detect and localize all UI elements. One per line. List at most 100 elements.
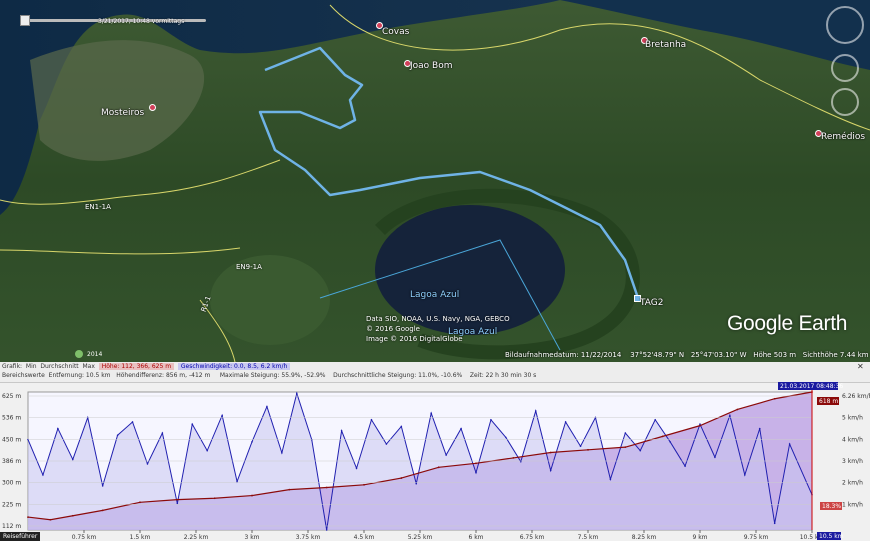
navigation-controls[interactable] (826, 6, 866, 126)
speed-point (475, 471, 477, 474)
height-point (325, 486, 328, 489)
stat-time: Zeit: 22 h 30 min 30 s (469, 372, 537, 379)
speed-point (385, 443, 388, 445)
speed-point (101, 485, 104, 487)
speed-point (296, 392, 298, 395)
speed-point (325, 529, 328, 531)
cursor-time: 21.03.2017 08:48:36 (780, 383, 843, 390)
height-point (475, 462, 477, 465)
status-date: Bildaufnahmedatum: 11/22/2014 (505, 351, 622, 359)
y-left-tick-label: 300 m (2, 480, 21, 487)
look-joystick-icon[interactable] (831, 54, 859, 82)
map-view[interactable]: 3/21/2017, 10:48 vormittags Covas Joao B… (0, 0, 870, 362)
place-label-mosteiros: Mosteiros (101, 108, 145, 118)
height-point (251, 494, 253, 497)
place-label-remedios: Remédios (821, 132, 866, 142)
status-lon: 25°47'03.10" W (690, 351, 747, 359)
speed-point (400, 425, 403, 428)
speed-point (266, 405, 268, 408)
speed-point (758, 427, 761, 430)
height-point (736, 408, 739, 411)
elevation-profile-panel[interactable]: Grafik: Min Durchschnitt Max Höhe: 112, … (0, 362, 870, 541)
y-left-tick-label: 112 m (2, 523, 21, 530)
x-tick-label: 5.25 km (408, 534, 433, 541)
height-point (27, 516, 29, 518)
placemark-label: TAG2 (640, 298, 664, 308)
x-tick-label: 7.5 km (578, 534, 599, 541)
y-left-tick-label: 450 m (2, 436, 21, 443)
speed-point (714, 456, 716, 459)
cursor-height: 618 m (819, 398, 838, 405)
speed-point (534, 410, 537, 412)
satellite-imagery (0, 0, 870, 362)
height-point (176, 498, 179, 501)
stat-max-slope: Maximale Steigung: 55.9%, -52.9% (219, 372, 326, 379)
place-label-bretanha: Bretanha (645, 40, 687, 50)
height-point (512, 457, 515, 459)
y-left-tick-label: 536 m (2, 415, 21, 422)
y-left-tick-label: 225 m (2, 501, 21, 508)
tour-guide-button[interactable]: Reiseführer (0, 532, 41, 541)
speed-point (57, 427, 59, 430)
speed-point (445, 454, 447, 456)
status-bar: Bildaufnahmedatum: 11/22/2014 37°52'48.7… (505, 351, 869, 359)
stat-avg-label: Durchschnitt (40, 363, 79, 370)
y-right-tick-label: 2 km/h (842, 480, 863, 487)
height-point (773, 397, 776, 400)
stat-avg-slope: Durchschnittliche Steigung: 11.0%, -10.6… (333, 372, 463, 379)
height-point (587, 448, 589, 451)
speed-point (549, 469, 552, 472)
stat-distance: Entfernung: 10.5 km (48, 372, 111, 379)
move-joystick-icon[interactable] (831, 88, 859, 116)
height-point (400, 477, 403, 479)
profile-stats: Grafik: Min Durchschnitt Max Höhe: 112, … (0, 362, 870, 383)
x-tick-label: 8.25 km (632, 534, 657, 541)
lake-label-overlap: Lagoa Azul (448, 327, 498, 337)
y-left-tick-label: 625 m (2, 393, 21, 400)
road-label-en9: EN9-1A (236, 263, 262, 271)
x-tick-label: 0.75 km (72, 534, 97, 541)
x-tick-label: 4.5 km (354, 534, 375, 541)
speed-point (281, 452, 283, 454)
time-slider-knob[interactable] (20, 15, 30, 26)
speed-point (72, 458, 74, 461)
speed-point (624, 432, 627, 434)
speed-point (505, 436, 507, 439)
x-tick-label: 3.75 km (296, 534, 321, 541)
stat-max-label: Max (82, 363, 95, 370)
cursor-slope: 18.3% (822, 503, 841, 510)
y-right-tick-label: 6.26 km/h (842, 393, 870, 400)
stat-min-label: Min (25, 363, 37, 370)
credit-data: Data SIO, NOAA, U.S. Navy, NGA, GEBCO (366, 315, 510, 323)
speed-point (310, 438, 313, 441)
y-right-tick-label: 3 km/h (842, 458, 863, 465)
y-right-tick-label: 5 km/h (842, 415, 863, 422)
compass-icon[interactable] (826, 6, 864, 44)
speed-point (744, 474, 746, 476)
speed-point (460, 427, 462, 430)
speed-point (490, 418, 492, 421)
road-label-en1: EN1-1A (85, 203, 111, 211)
speed-point (370, 418, 373, 421)
height-point (288, 488, 291, 491)
height-series-toggle[interactable]: Höhe: 112, 366, 625 m (98, 363, 175, 370)
x-tick-label: 3 km (244, 534, 259, 541)
speed-point (639, 449, 642, 452)
time-slider[interactable]: 3/21/2017, 10:48 vormittags (8, 14, 218, 26)
height-point (139, 501, 141, 504)
x-tick-label: 9.75 km (744, 534, 769, 541)
speed-point (579, 445, 582, 448)
historical-imagery-icon[interactable] (75, 350, 83, 358)
status-lat: 37°52'48.79" N (630, 351, 685, 359)
height-point (49, 518, 52, 521)
elevation-chart[interactable]: 0.75 km 1.5 km 2.25 km 3 km 3.75 km 4.5 km 5.2… (0, 382, 870, 541)
y-right-tick-label: 4 km/h (842, 436, 863, 443)
speed-series-toggle[interactable]: Geschwindigkeit: 0.0, 8.5, 6.2 km/h (177, 363, 291, 370)
speed-point (42, 474, 44, 476)
close-icon[interactable]: ✕ (857, 363, 864, 371)
place-label-covas: Covas (382, 27, 410, 37)
speed-point (729, 414, 731, 417)
height-point (71, 514, 74, 517)
place-marker-mosteiros[interactable] (149, 104, 156, 111)
speed-point (131, 421, 134, 423)
